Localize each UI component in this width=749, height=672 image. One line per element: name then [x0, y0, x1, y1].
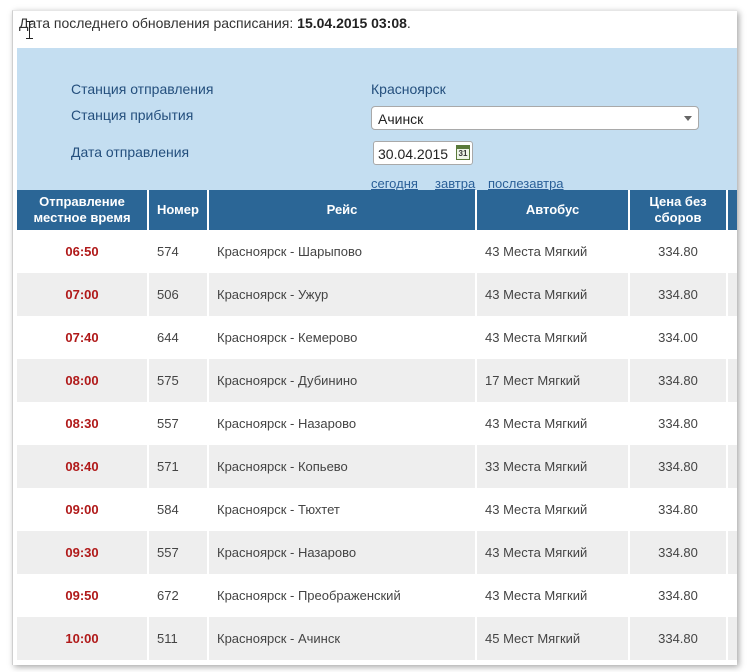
bus-cell: 17 Мест Мягкий [476, 359, 630, 402]
route-cell: Красноярск - Ужур [208, 273, 477, 316]
departure-date-input[interactable]: 30.04.2015 31 [373, 141, 473, 165]
trip-number-cell: 575 [148, 359, 209, 402]
price-cell: 334.80 [629, 488, 728, 531]
header-route: Рейс [208, 190, 477, 230]
last-update-datetime: 15.04.2015 03:08 [297, 15, 407, 31]
search-panel: Станция отправления Красноярск Станция п… [17, 48, 737, 200]
arrival-station-selected: Ачинск [378, 111, 424, 127]
bus-cell: 43 Места Мягкий [476, 574, 630, 617]
table-row[interactable]: 09:00 584 Красноярск - Тюхтет 43 Места Мягк… [17, 488, 737, 531]
price-cell: 334.80 [629, 531, 728, 574]
schedule-table: Отправление местное время Номер Рейс Авт… [17, 190, 737, 660]
departure-time-cell: 06:50 [17, 230, 149, 273]
price-cell: 334.00 [629, 316, 728, 359]
table-row[interactable]: 07:00 506 Красноярск - Ужур 43 Места Мягкий… [17, 273, 737, 316]
chevron-down-icon [684, 116, 692, 121]
departure-time-cell: 08:40 [17, 445, 149, 488]
trip-number-cell: 584 [148, 488, 209, 531]
departure-station-label: Станция отправления [71, 81, 214, 97]
departure-date-value: 30.04.2015 [378, 146, 449, 162]
route-cell: Красноярск - Дубинино [208, 359, 477, 402]
bus-cell: 43 Места Мягкий [476, 273, 630, 316]
route-cell: Красноярск - Шарыпово [208, 230, 477, 273]
bus-cell: 33 Места Мягкий [476, 445, 630, 488]
departure-time-cell: 07:00 [17, 273, 149, 316]
trip-number-cell: 644 [148, 316, 209, 359]
departure-time-cell: 08:00 [17, 359, 149, 402]
route-cell: Красноярск - Назарово [208, 531, 477, 574]
bus-cell: 43 Места Мягкий [476, 531, 630, 574]
table-row[interactable]: 08:40 571 Красноярск - Копьево 33 Места Мяг… [17, 445, 737, 488]
arrival-station-label: Станция прибытия [71, 107, 194, 123]
table-row[interactable]: 06:50 574 Красноярск - Шарыпово 43 Места Мя… [17, 230, 737, 273]
price-cell: 334.80 [629, 230, 728, 273]
route-cell: Красноярск - Кемерово [208, 316, 477, 359]
bus-cell: 43 Места Мягкий [476, 316, 630, 359]
departure-time-cell: 10:00 [17, 617, 149, 660]
trip-number-cell: 506 [148, 273, 209, 316]
price-cell: 334.80 [629, 617, 728, 660]
trip-number-cell: 511 [148, 617, 209, 660]
table-row[interactable]: 08:30 557 Красноярск - Назарово 43 Места Мя… [17, 402, 737, 445]
header-extra [727, 190, 737, 230]
price-cell: 334.80 [629, 445, 728, 488]
extra-cell [727, 273, 737, 316]
extra-cell [727, 531, 737, 574]
price-cell: 334.80 [629, 359, 728, 402]
extra-cell [727, 574, 737, 617]
table-row[interactable]: 09:50 672 Красноярск - Преображенский 43 Ме… [17, 574, 737, 617]
departure-time-cell: 09:50 [17, 574, 149, 617]
day-after-tomorrow-link[interactable]: послезавтра [488, 176, 564, 191]
departure-time-cell: 09:30 [17, 531, 149, 574]
departure-date-label: Дата отправления [71, 144, 190, 160]
last-update-suffix: . [406, 15, 411, 31]
table-header-row: Отправление местное время Номер Рейс Авт… [17, 190, 737, 230]
trip-number-cell: 672 [148, 574, 209, 617]
extra-cell [727, 488, 737, 531]
extra-cell [727, 316, 737, 359]
extra-cell [727, 445, 737, 488]
trip-number-cell: 574 [148, 230, 209, 273]
calendar-icon[interactable]: 31 [456, 145, 470, 160]
bus-cell: 43 Места Мягкий [476, 488, 630, 531]
bus-cell: 43 Места Мягкий [476, 230, 630, 273]
arrival-station-select[interactable]: Ачинск [371, 106, 699, 130]
trip-number-cell: 557 [148, 402, 209, 445]
route-cell: Красноярск - Ачинск [208, 617, 477, 660]
price-cell: 334.80 [629, 273, 728, 316]
departure-time-cell: 09:00 [17, 488, 149, 531]
extra-cell [727, 359, 737, 402]
departure-time-cell: 07:40 [17, 316, 149, 359]
table-row[interactable]: 07:40 644 Красноярск - Кемерово 43 Места Мя… [17, 316, 737, 359]
route-cell: Красноярск - Тюхтет [208, 488, 477, 531]
route-cell: Красноярск - Назарово [208, 402, 477, 445]
extra-cell [727, 617, 737, 660]
departure-time-cell: 08:30 [17, 402, 149, 445]
table-row[interactable]: 09:30 557 Красноярск - Назарово 43 Места Мя… [17, 531, 737, 574]
bus-cell: 43 Места Мягкий [476, 402, 630, 445]
text-cursor-icon [26, 21, 33, 39]
extra-cell [727, 402, 737, 445]
trip-number-cell: 571 [148, 445, 209, 488]
schedule-page: Дата последнего обновления расписания: 1… [12, 10, 737, 665]
today-link[interactable]: сегодня [371, 176, 418, 191]
last-update-prefix: Дата последнего обновления расписания: [19, 15, 298, 31]
last-update-line: Дата последнего обновления расписания: 1… [19, 15, 411, 31]
route-cell: Красноярск - Копьево [208, 445, 477, 488]
price-cell: 334.80 [629, 402, 728, 445]
header-price: Цена без сборов [629, 190, 728, 230]
trip-number-cell: 557 [148, 531, 209, 574]
header-departure-time: Отправление местное время [17, 190, 149, 230]
table-row[interactable]: 08:00 575 Красноярск - Дубинино 17 Мест Мяг… [17, 359, 737, 402]
header-number: Номер [148, 190, 209, 230]
departure-station-value: Красноярск [371, 81, 446, 97]
table-row[interactable]: 10:00 511 Красноярск - Ачинск 45 Мест Мягки… [17, 617, 737, 660]
route-cell: Красноярск - Преображенский [208, 574, 477, 617]
price-cell: 334.80 [629, 574, 728, 617]
tomorrow-link[interactable]: завтра [435, 176, 475, 191]
bus-cell: 45 Мест Мягкий [476, 617, 630, 660]
extra-cell [727, 230, 737, 273]
header-bus: Автобус [476, 190, 630, 230]
